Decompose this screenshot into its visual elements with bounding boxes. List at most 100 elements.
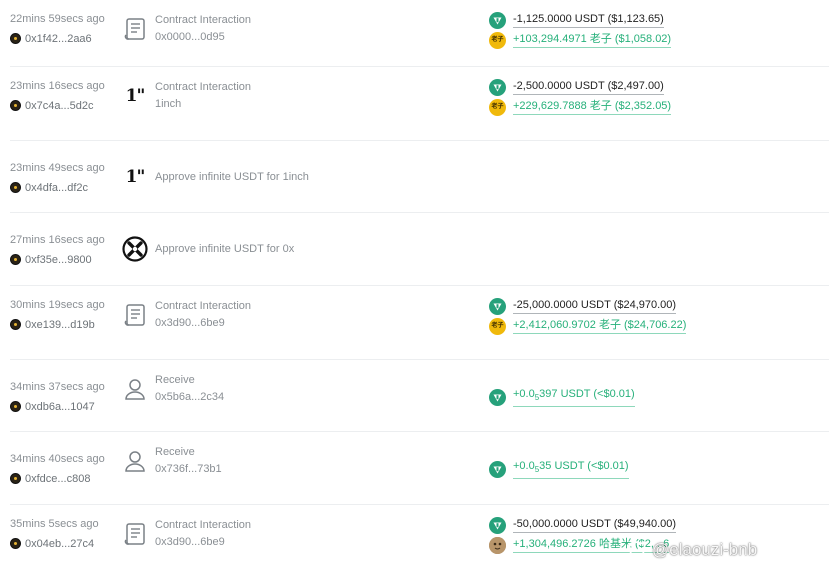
- balance-change[interactable]: -1,125.0000 USDT ($1,123.65): [489, 11, 664, 29]
- balance-change-amount[interactable]: -25,000.0000 USDT ($24,970.00): [513, 298, 677, 314]
- person-icon: [122, 376, 148, 402]
- transaction-title: Contract Interaction: [155, 14, 251, 26]
- transaction-title: Approve infinite USDT for 0x: [155, 243, 295, 255]
- transaction-counterparty[interactable]: 0x3d90...6be9: [155, 317, 225, 329]
- balance-change-amount[interactable]: +0.0535 USDT (<$0.01): [513, 459, 629, 480]
- transaction-time: 23mins 16secs ago: [10, 80, 105, 92]
- address-avatar-icon: [10, 100, 21, 111]
- transaction-counterparty[interactable]: 0x3d90...6be9: [155, 536, 225, 548]
- transaction-time: 23mins 49secs ago: [10, 162, 105, 174]
- transaction-time: 22mins 59secs ago: [10, 13, 105, 25]
- from-address[interactable]: 0xf35e...9800: [10, 253, 92, 266]
- transaction-time: 27mins 16secs ago: [10, 234, 105, 246]
- usdt-icon: [489, 516, 506, 534]
- from-address[interactable]: 0xfdce...c808: [10, 472, 90, 485]
- from-address[interactable]: 0xdb6a...1047: [10, 400, 95, 413]
- transaction-title: Receive: [155, 374, 195, 386]
- usdt-icon: [489, 11, 506, 29]
- transaction-counterparty[interactable]: 1inch: [155, 98, 181, 110]
- address-avatar-icon: [10, 33, 21, 44]
- contract-scroll-icon: [122, 521, 148, 547]
- address-avatar-icon: [10, 182, 21, 193]
- watermark-logo-icon: [627, 541, 647, 560]
- address-avatar-icon: [10, 319, 21, 330]
- transaction-counterparty[interactable]: 0x5b6a...2c34: [155, 391, 224, 403]
- amount-digits: 35: [539, 459, 552, 472]
- amount-suffix: USDT (<$0.01): [557, 387, 635, 400]
- address-text[interactable]: 0x7c4a...5d2c: [25, 100, 94, 112]
- address-text[interactable]: 0xfdce...c808: [25, 473, 90, 485]
- balance-change[interactable]: -50,000.0000 USDT ($49,940.00): [489, 516, 677, 534]
- usdt-icon: [489, 297, 506, 315]
- address-text[interactable]: 0x04eb...27c4: [25, 538, 94, 550]
- transaction-counterparty[interactable]: 0x0000...0d95: [155, 31, 225, 43]
- address-text[interactable]: 0x1f42...2aa6: [25, 33, 92, 45]
- laozi-token-icon: 老子: [489, 31, 506, 49]
- usdt-icon: [489, 460, 506, 478]
- transaction-row[interactable]: 23mins 49secs ago 0x4dfa...df2c 1" Approve …: [0, 141, 829, 213]
- balance-change[interactable]: -2,500.0000 USDT ($2,497.00): [489, 78, 664, 96]
- transaction-time: 35mins 5secs ago: [10, 518, 99, 530]
- amount-prefix: +0.0: [513, 387, 535, 400]
- address-text[interactable]: 0xf35e...9800: [25, 254, 92, 266]
- address-avatar-icon: [10, 401, 21, 412]
- balance-change-amount[interactable]: +0.05397 USDT (<$0.01): [513, 387, 635, 408]
- contract-scroll-icon: [122, 302, 148, 328]
- transaction-row[interactable]: 27mins 16secs ago 0xf35e...9800 Approve in…: [0, 213, 829, 286]
- from-address[interactable]: 0x1f42...2aa6: [10, 32, 92, 45]
- transaction-row[interactable]: 30mins 19secs ago 0xe139...d19b Contract I…: [0, 286, 829, 360]
- oneinch-glyph: 1": [125, 167, 146, 187]
- address-avatar-icon: [10, 254, 21, 265]
- oneinch-logo-icon: 1": [122, 164, 148, 190]
- transaction-time: 34mins 37secs ago: [10, 381, 105, 393]
- transaction-row[interactable]: 22mins 59secs ago 0x1f42...2aa6 Contract I…: [0, 0, 829, 67]
- zerox-logo-icon: [122, 236, 148, 262]
- transaction-row[interactable]: 34mins 40secs ago 0xfdce...c808 Receive 0x7…: [0, 432, 829, 505]
- balance-change[interactable]: -25,000.0000 USDT ($24,970.00): [489, 297, 677, 315]
- amount-suffix: USDT (<$0.01): [551, 459, 629, 472]
- amount-digits: 397: [539, 387, 558, 400]
- balance-change[interactable]: 老子 +103,294.4971 老子 ($1,058.02): [489, 31, 672, 49]
- from-address[interactable]: 0xe139...d19b: [10, 318, 95, 331]
- balance-change-amount[interactable]: -50,000.0000 USDT ($49,940.00): [513, 517, 677, 533]
- address-avatar-icon: [10, 538, 21, 549]
- transaction-title: Contract Interaction: [155, 81, 251, 93]
- balance-change[interactable]: +0.0535 USDT (<$0.01): [489, 459, 629, 480]
- transaction-counterparty[interactable]: 0x736f...73b1: [155, 463, 222, 475]
- oneinch-logo-icon: 1": [122, 83, 148, 109]
- transaction-row[interactable]: 23mins 16secs ago 0x7c4a...5d2c 1" Contract…: [0, 67, 829, 141]
- transaction-title: Receive: [155, 446, 195, 458]
- balance-change-amount[interactable]: -2,500.0000 USDT ($2,497.00): [513, 79, 664, 95]
- balance-change-amount[interactable]: -1,125.0000 USDT ($1,123.65): [513, 12, 664, 28]
- from-address[interactable]: 0x04eb...27c4: [10, 537, 94, 550]
- transaction-row[interactable]: 34mins 37secs ago 0xdb6a...1047 Receive 0x5…: [0, 360, 829, 432]
- contract-scroll-icon: [122, 16, 148, 42]
- balance-change-amount[interactable]: +2,412,060.9702 老子 ($24,706.22): [513, 318, 687, 334]
- balance-change-amount[interactable]: +103,294.4971 老子 ($1,058.02): [513, 32, 672, 48]
- balance-change[interactable]: 老子 +2,412,060.9702 老子 ($24,706.22): [489, 317, 687, 335]
- laozi-token-icon: 老子: [489, 98, 506, 116]
- usdt-icon: [489, 78, 506, 96]
- from-address[interactable]: 0x4dfa...df2c: [10, 181, 88, 194]
- balance-change[interactable]: +0.05397 USDT (<$0.01): [489, 387, 635, 408]
- oneinch-glyph: 1": [125, 86, 146, 106]
- transaction-time: 34mins 40secs ago: [10, 453, 105, 465]
- transaction-time: 30mins 19secs ago: [10, 299, 105, 311]
- transaction-title: Contract Interaction: [155, 519, 251, 531]
- address-text[interactable]: 0xe139...d19b: [25, 319, 95, 331]
- usdt-icon: [489, 388, 506, 406]
- address-text[interactable]: 0x4dfa...df2c: [25, 182, 88, 194]
- person-icon: [122, 448, 148, 474]
- laozi-token-icon: 老子: [489, 317, 506, 335]
- balance-change[interactable]: 老子 +229,629.7888 老子 ($2,352.05): [489, 98, 672, 116]
- watermark-text: @elaouzi-bnb: [652, 540, 758, 559]
- from-address[interactable]: 0x7c4a...5d2c: [10, 99, 94, 112]
- transaction-title: Approve infinite USDT for 1inch: [155, 171, 309, 183]
- transaction-title: Contract Interaction: [155, 300, 251, 312]
- address-avatar-icon: [10, 473, 21, 484]
- address-text[interactable]: 0xdb6a...1047: [25, 401, 95, 413]
- balance-change-amount[interactable]: +229,629.7888 老子 ($2,352.05): [513, 99, 672, 115]
- amount-prefix: +0.0: [513, 459, 535, 472]
- hajimi-token-icon: [489, 536, 506, 554]
- watermark: @elaouzi-bnb: [626, 537, 757, 563]
